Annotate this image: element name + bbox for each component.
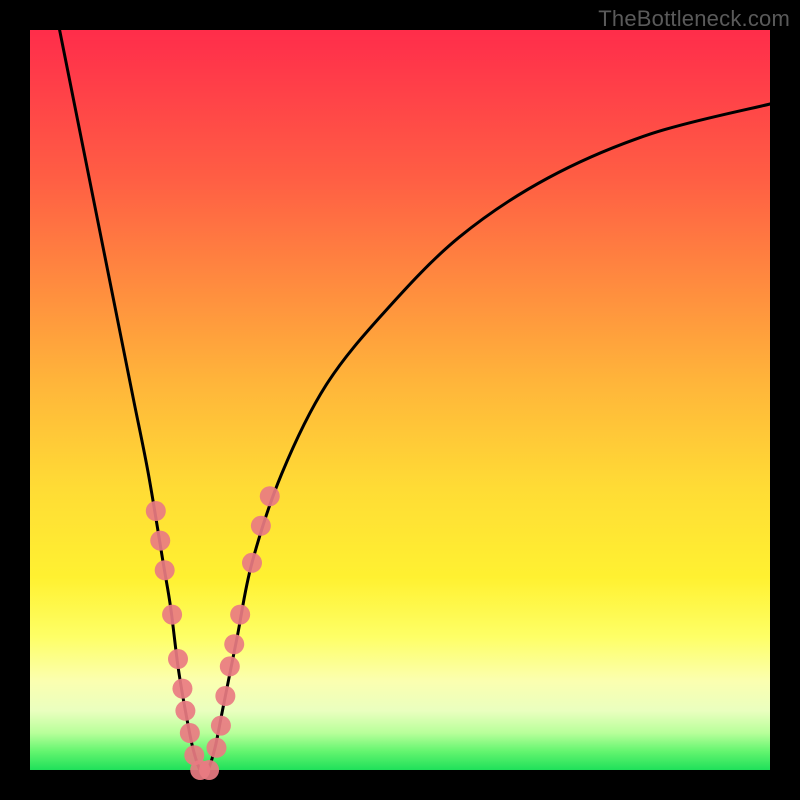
data-marker bbox=[172, 679, 192, 699]
bottleneck-curve bbox=[60, 30, 770, 773]
data-marker bbox=[168, 649, 188, 669]
data-marker bbox=[211, 716, 231, 736]
data-marker bbox=[175, 701, 195, 721]
data-marker bbox=[220, 656, 240, 676]
data-marker bbox=[251, 516, 271, 536]
curve-group bbox=[60, 30, 770, 773]
marker-group bbox=[146, 486, 280, 780]
data-marker bbox=[162, 605, 182, 625]
data-marker bbox=[155, 560, 175, 580]
chart-frame: TheBottleneck.com bbox=[0, 0, 800, 800]
data-marker bbox=[206, 738, 226, 758]
plot-area bbox=[30, 30, 770, 770]
bottleneck-curve-svg bbox=[30, 30, 770, 770]
watermark-text: TheBottleneck.com bbox=[598, 6, 790, 32]
data-marker bbox=[242, 553, 262, 573]
data-marker bbox=[224, 634, 244, 654]
data-marker bbox=[260, 486, 280, 506]
data-marker bbox=[230, 605, 250, 625]
data-marker bbox=[199, 760, 219, 780]
data-marker bbox=[150, 531, 170, 551]
data-marker bbox=[215, 686, 235, 706]
data-marker bbox=[180, 723, 200, 743]
data-marker bbox=[146, 501, 166, 521]
